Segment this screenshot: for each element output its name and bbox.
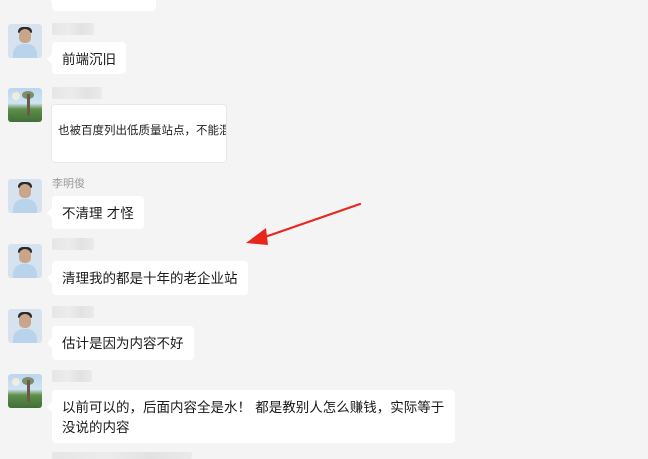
red-arrow-icon — [246, 202, 362, 245]
